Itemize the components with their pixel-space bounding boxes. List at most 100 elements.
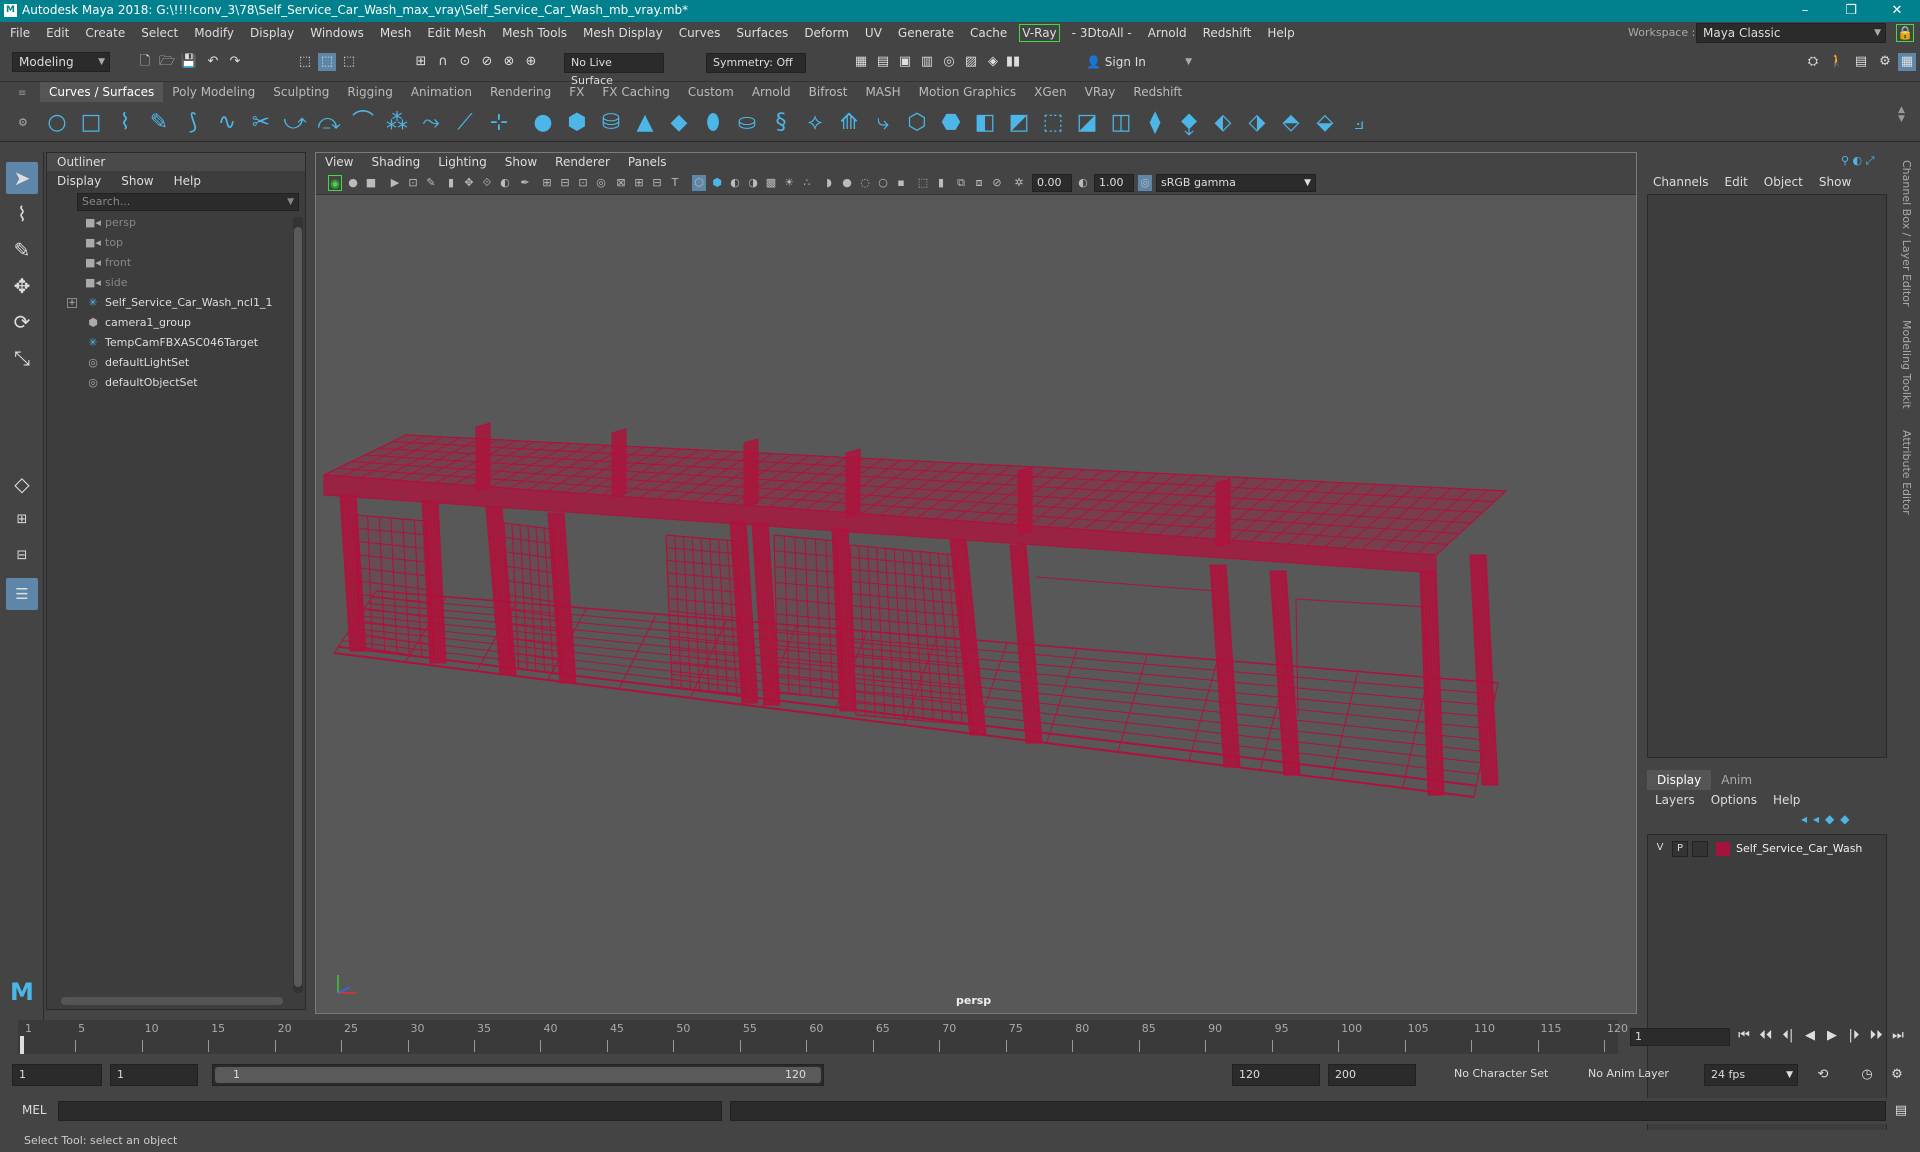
- menu-create[interactable]: Create: [77, 22, 133, 44]
- extrude-icon[interactable]: ⟰: [836, 110, 862, 136]
- channel-box-area[interactable]: [1647, 194, 1887, 758]
- human-ik-icon[interactable]: 🚶: [1828, 53, 1846, 71]
- shelf-tab-fx[interactable]: FX: [560, 82, 593, 102]
- shelf-tab-sculpting[interactable]: Sculpting: [264, 82, 338, 102]
- square-surface-icon[interactable]: ◧: [972, 110, 998, 136]
- isolate-select-icon[interactable]: ○: [876, 175, 890, 191]
- select-hierarchy-icon[interactable]: ⬚: [296, 53, 314, 71]
- hypershade-icon[interactable]: ◎: [940, 53, 958, 71]
- lock-icon[interactable]: 🔒: [1896, 24, 1914, 42]
- surface-fillet-icon[interactable]: ⟓: [1346, 110, 1372, 136]
- wireframe-icon[interactable]: ◎: [594, 175, 608, 191]
- textured-icon[interactable]: ⊟: [650, 175, 664, 191]
- menu-curves[interactable]: Curves: [671, 22, 729, 44]
- image-plane-icon[interactable]: ▶: [388, 175, 402, 191]
- planar-icon[interactable]: ⟡: [802, 110, 828, 136]
- character-set-dropdown[interactable]: No Character Set: [1448, 1064, 1572, 1086]
- menu-generate[interactable]: Generate: [890, 22, 962, 44]
- wireframe-on-shaded-icon[interactable]: ⊞: [632, 175, 646, 191]
- animation-end-field[interactable]: 200: [1328, 1064, 1416, 1086]
- undo-icon[interactable]: ↶: [204, 53, 222, 71]
- backface-culling-icon[interactable]: ▩: [764, 175, 778, 191]
- pause-render-icon[interactable]: ▮▮: [1004, 53, 1022, 71]
- modeling-toolkit-side-tab[interactable]: Modeling Toolkit: [1900, 320, 1913, 409]
- field-chart-icon[interactable]: ⊞: [540, 175, 554, 191]
- menu-deform[interactable]: Deform: [796, 22, 857, 44]
- anim-layer-dropdown[interactable]: No Anim Layer: [1582, 1064, 1692, 1086]
- tool-settings-icon[interactable]: ⚙: [1876, 53, 1894, 71]
- layer-display-type-toggle[interactable]: [1692, 841, 1708, 857]
- time-slider[interactable]: 1 5 10 15 20 25 30 35 40 45 50 55 60 65 70 75 80 85 90 95 10…: [18, 1020, 1628, 1054]
- detach-surface-icon[interactable]: ⧪: [1176, 110, 1202, 136]
- menu-mesh-display[interactable]: Mesh Display: [575, 22, 671, 44]
- nurbs-torus-icon[interactable]: ⬮: [700, 110, 726, 136]
- shelf-tab-arnold[interactable]: Arnold: [743, 82, 800, 102]
- vray-frame-buffer-icon[interactable]: ▨: [962, 53, 980, 71]
- gamma-icon[interactable]: ◐: [1076, 175, 1090, 191]
- menu-3dtoall[interactable]: - 3DtoAll -: [1064, 22, 1140, 44]
- multisample-aa-icon[interactable]: ●: [840, 175, 854, 191]
- menu-modify[interactable]: Modify: [186, 22, 242, 44]
- shaded-cube-icon[interactable]: ⬢: [710, 175, 724, 191]
- redo-icon[interactable]: ↷: [226, 53, 244, 71]
- menu-display[interactable]: Display: [242, 22, 302, 44]
- menu-file[interactable]: File: [2, 22, 38, 44]
- cv-curve-icon[interactable]: ⟆: [180, 110, 206, 136]
- shelf-tab-bifrost[interactable]: Bifrost: [800, 82, 857, 102]
- camera-lock-icon[interactable]: ⧉: [954, 175, 968, 191]
- intersect-surface-icon[interactable]: ◩: [1006, 110, 1032, 136]
- viewport-menu-view[interactable]: View: [316, 153, 362, 171]
- symmetry-dropdown[interactable]: Symmetry: Off: [706, 53, 806, 73]
- sculpt-surface-icon[interactable]: ⬙: [1312, 110, 1338, 136]
- detach-curve-icon[interactable]: ⤼: [316, 110, 342, 136]
- outliner-search-input[interactable]: Search... ▼: [77, 193, 299, 211]
- bevel-plus-icon[interactable]: ⬡: [904, 110, 930, 136]
- play-forwards-icon[interactable]: ▶: [1822, 1026, 1842, 1046]
- gamma-field[interactable]: 1.00: [1094, 174, 1134, 192]
- mel-label[interactable]: MEL: [22, 1103, 47, 1117]
- menu-mesh[interactable]: Mesh: [372, 22, 420, 44]
- viewport-menu-panels[interactable]: Panels: [619, 153, 676, 171]
- camera-attributes-icon[interactable]: ●: [346, 175, 360, 191]
- rebuild-surface-icon[interactable]: ⬗: [1244, 110, 1270, 136]
- vray-render-icon[interactable]: ◈: [984, 53, 1002, 71]
- shelf-tab-rigging[interactable]: Rigging: [338, 82, 401, 102]
- ep-curve-icon[interactable]: ⌇: [112, 110, 138, 136]
- outliner-item[interactable]: ■◂ top: [47, 233, 305, 253]
- outliner-item[interactable]: ■◂ front: [47, 253, 305, 273]
- shelf-tab-curves-surfaces[interactable]: Curves / Surfaces: [40, 82, 164, 102]
- bookmarks-icon[interactable]: ■: [364, 175, 378, 191]
- arc-tool-icon[interactable]: ⌒: [350, 110, 376, 136]
- go-to-start-icon[interactable]: ⏮: [1734, 1026, 1754, 1046]
- shadows-icon[interactable]: ☀: [782, 175, 796, 191]
- fps-dropdown[interactable]: 24 fps ▼: [1704, 1064, 1798, 1086]
- workspace-dropdown[interactable]: Maya Classic ▼: [1696, 23, 1886, 43]
- channel-box-menu-channels[interactable]: Channels: [1645, 172, 1717, 192]
- nurbs-sphere-icon[interactable]: ●: [530, 110, 556, 136]
- command-input[interactable]: [58, 1101, 722, 1121]
- shelf-tab-redshift[interactable]: Redshift: [1124, 82, 1191, 102]
- new-scene-icon[interactable]: 🗋: [136, 53, 154, 71]
- motion-blur-icon[interactable]: ◗: [822, 175, 836, 191]
- shelf-tab-vray[interactable]: VRay: [1076, 82, 1125, 102]
- minimize-button[interactable]: –: [1782, 0, 1828, 22]
- xray-active-icon[interactable]: ◑: [746, 175, 760, 191]
- pencil-curve-icon[interactable]: ✎: [146, 110, 172, 136]
- layer-color-swatch[interactable]: [1716, 842, 1730, 856]
- outliner-vertical-scrollbar[interactable]: [293, 217, 303, 993]
- exposure-field[interactable]: 0.00: [1032, 174, 1072, 192]
- animation-start-field[interactable]: 1: [12, 1064, 102, 1086]
- channel-box-menu-edit[interactable]: Edit: [1717, 172, 1756, 192]
- select-object-icon[interactable]: ⬚: [318, 53, 336, 71]
- single-perspective-layout-icon[interactable]: ◇: [6, 468, 38, 500]
- outliner-menu-help[interactable]: Help: [164, 171, 211, 191]
- save-scene-icon[interactable]: 💾: [180, 53, 198, 71]
- nurbs-cone-icon[interactable]: ▲: [632, 110, 658, 136]
- layer-row[interactable]: V P Self_Service_Car_Wash: [1652, 839, 1884, 859]
- smooth-shade-icon[interactable]: ⊠: [614, 175, 628, 191]
- menu-edit-mesh[interactable]: Edit Mesh: [419, 22, 494, 44]
- view-transform-dropdown[interactable]: sRGB gamma ▼: [1156, 174, 1316, 192]
- select-component-icon[interactable]: ⬚: [340, 53, 358, 71]
- exposure-icon[interactable]: ✲: [1012, 175, 1026, 191]
- current-frame-field[interactable]: 1: [1630, 1028, 1730, 1046]
